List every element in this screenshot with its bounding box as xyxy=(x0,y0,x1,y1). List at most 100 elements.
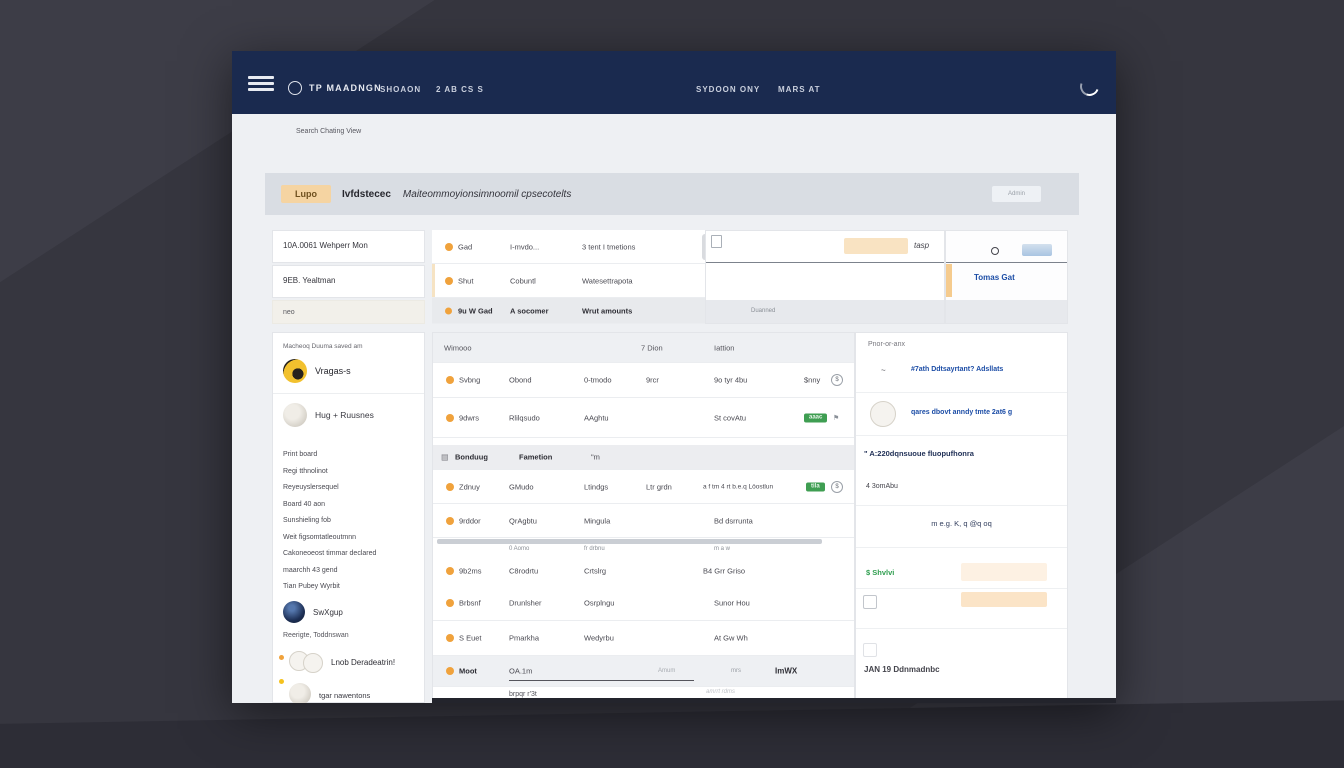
sidebar-link-5[interactable]: Sunshieling fob xyxy=(283,517,376,534)
cell: Gad xyxy=(458,242,472,251)
cell: 9u W Gad xyxy=(458,306,493,315)
sidebar-links: Print board Regi tthnolinot Reyeuyslerse… xyxy=(283,451,376,600)
status-dot-icon xyxy=(446,599,454,607)
slider-panel-link[interactable]: Tomas Gat xyxy=(974,273,1015,282)
cell: Drunlsher xyxy=(509,599,542,608)
sidebar-profile-3[interactable]: SwXgup xyxy=(283,601,343,623)
accent-strip xyxy=(946,264,952,297)
sidebar-link-2[interactable]: Regi tthnolinot xyxy=(283,468,376,485)
input-underline[interactable] xyxy=(509,680,694,681)
profile-name: Hug + Ruusnes xyxy=(315,410,374,420)
sidebar-profile-2[interactable]: Hug + Ruusnes xyxy=(283,403,374,427)
sidebar-link-4[interactable]: Board 40 aon xyxy=(283,501,376,518)
sub-column-header: 0 Aomo xyxy=(509,546,529,552)
breadcrumb: Search Chating View xyxy=(296,128,361,135)
profile-name: Vragas-s xyxy=(315,366,351,376)
sidebar-link-3[interactable]: Reyeuyslersequel xyxy=(283,484,376,501)
green-status-label: $ Shvlvi xyxy=(866,568,894,577)
cell: 9rcr xyxy=(646,376,659,385)
nav-item-3[interactable]: SYDOON ONY xyxy=(696,85,760,94)
right-panel-header: Pnor-or-anx xyxy=(868,341,905,348)
sidebar-link-1[interactable]: Print board xyxy=(283,451,376,468)
page-subtitle: Maiteommoyionsimnoomil cpsecotelts xyxy=(403,189,571,200)
divider xyxy=(856,505,1067,506)
status-dot-icon xyxy=(446,567,454,575)
checkbox[interactable] xyxy=(863,643,877,657)
titlebar-action-button[interactable]: Admin xyxy=(992,186,1041,202)
right-panel-row xyxy=(856,589,1067,629)
avatar xyxy=(283,359,307,383)
left-card-1[interactable]: 10A.0061 Wehperr Mon xyxy=(272,230,425,263)
divider xyxy=(273,393,424,394)
cell: a f tm 4 rt b.e.q Löostlun xyxy=(703,483,773,490)
cell: GMudo xyxy=(509,482,534,491)
currency-icon: $ xyxy=(831,481,843,493)
sidebar-profile-1[interactable]: Vragas-s xyxy=(283,359,351,383)
table-footnote-faint: amrrt rdms xyxy=(706,689,735,695)
cell: Zdnuy xyxy=(459,482,480,491)
table-row[interactable]: 9b2ms C8rodrtu Crtslrg B4 Grr Griso xyxy=(433,555,854,586)
status-dot-icon xyxy=(445,277,453,285)
nav-item-4[interactable]: MARS AT xyxy=(778,85,821,94)
table-row[interactable]: 9rddor QrAgbtu Mingula Bd dsrrunta xyxy=(433,504,854,538)
nav-item-1[interactable]: SHOAON xyxy=(380,85,421,94)
right-panel-item[interactable]: qares dbovt anndy tmte 2at6 g xyxy=(856,393,1067,436)
cell: Amum xyxy=(658,668,675,674)
table-row[interactable]: Zdnuy GMudo Ltindgs Ltr grdn a f tm 4 rt… xyxy=(433,470,854,504)
top-list-row[interactable]: Gad I-mvdo... 3 tent I tmetions xyxy=(432,230,710,264)
table-row[interactable]: S Euet Pmarkha Wedyrbu At Gw Wh xyxy=(433,621,854,656)
top-list-row[interactable]: Shut Cobuntl Watesettrapota xyxy=(432,264,710,298)
left-card-2[interactable]: 9EB. Yealtman xyxy=(272,265,425,298)
profile-name: SwXgup xyxy=(313,608,343,617)
cell: I-mvdo... xyxy=(510,242,539,251)
sidebar-link-6[interactable]: Weit figsomtatleoutmnn xyxy=(283,534,376,551)
status-dot-icon xyxy=(446,414,454,422)
right-panel: Pnor-or-anx ~ #7ath Ddtsayrtant? Adsllat… xyxy=(855,332,1068,703)
cell: Rlilqsudo xyxy=(509,413,540,422)
table-row[interactable]: Svbng Obond 0-tmodo 9rcr 9o tyr 4bu $nny… xyxy=(433,363,854,398)
table-row[interactable]: Brbsnf Drunlsher Osrplngu Sunor Hou xyxy=(433,586,854,621)
right-panel-item[interactable]: ~ #7ath Ddtsayrtant? Adsllats xyxy=(856,355,1067,393)
right-panel-heading: " A:220dqnsuoue fluopufhonra xyxy=(864,449,974,458)
title-badge: Lupo xyxy=(281,185,331,203)
pill-note: tasp xyxy=(914,241,929,250)
cell: B4 Grr Griso xyxy=(703,566,745,575)
cell: Ltr grdn xyxy=(646,482,672,491)
cell: AAghtu xyxy=(584,413,609,422)
cell: 9b2ms xyxy=(459,566,482,575)
status-dot-icon xyxy=(446,376,454,384)
cell: OA.1m xyxy=(509,667,532,676)
app-window: TP MAADNGN SHOAON 2 AB CS S SYDOON ONY M… xyxy=(232,51,1116,703)
sidebar-link-8[interactable]: maarchh 43 gend xyxy=(283,567,376,584)
cell: Brbsnf xyxy=(459,599,481,608)
status-badge: tila xyxy=(806,482,825,491)
cell: St covAtu xyxy=(714,413,746,422)
brand[interactable]: TP MAADNGN xyxy=(288,81,382,95)
nav-item-2[interactable]: 2 AB CS S xyxy=(436,85,484,94)
right-panel-link[interactable]: #7ath Ddtsayrtant? Adsllats xyxy=(911,366,1003,373)
cell: Sunor Hou xyxy=(714,599,750,608)
avatar xyxy=(283,403,307,427)
checkbox[interactable] xyxy=(863,595,877,609)
sidebar-link-9[interactable]: Tian Pubey Wyrbit xyxy=(283,583,376,600)
cell: 9rddor xyxy=(459,516,481,525)
hamburger-menu-icon[interactable] xyxy=(248,76,274,94)
left-card-3[interactable]: neo xyxy=(272,300,425,324)
divider xyxy=(856,547,1067,548)
table-row[interactable]: 9dwrs Rlilqsudo AAghtu St covAtu aaac ⚑ xyxy=(433,398,854,438)
sidebar-link-7[interactable]: Cakoneoeost timmar declared xyxy=(283,550,376,567)
formula-text: m e.g. K, q @q oq xyxy=(856,519,1067,528)
page-title: Ivfdstecec xyxy=(342,189,391,200)
table-row-selected[interactable]: Moot OA.1m Amum mrs ImWX xyxy=(433,656,854,687)
brand-name: TP MAADNGN xyxy=(309,83,382,93)
avatar xyxy=(289,683,311,703)
cell: A socomer xyxy=(510,306,549,315)
status-dot-icon xyxy=(279,679,284,684)
slider-handle[interactable] xyxy=(1022,244,1052,256)
right-panel-link[interactable]: qares dbovt anndy tmte 2at6 g xyxy=(911,409,1012,416)
cell: Svbng xyxy=(459,376,480,385)
slider-marker-icon xyxy=(991,247,999,255)
brand-logo-icon xyxy=(288,81,302,95)
top-list-row-selected[interactable]: 9u W Gad A socomer Wrut amounts xyxy=(432,298,710,324)
cell: Ltindgs xyxy=(584,482,608,491)
